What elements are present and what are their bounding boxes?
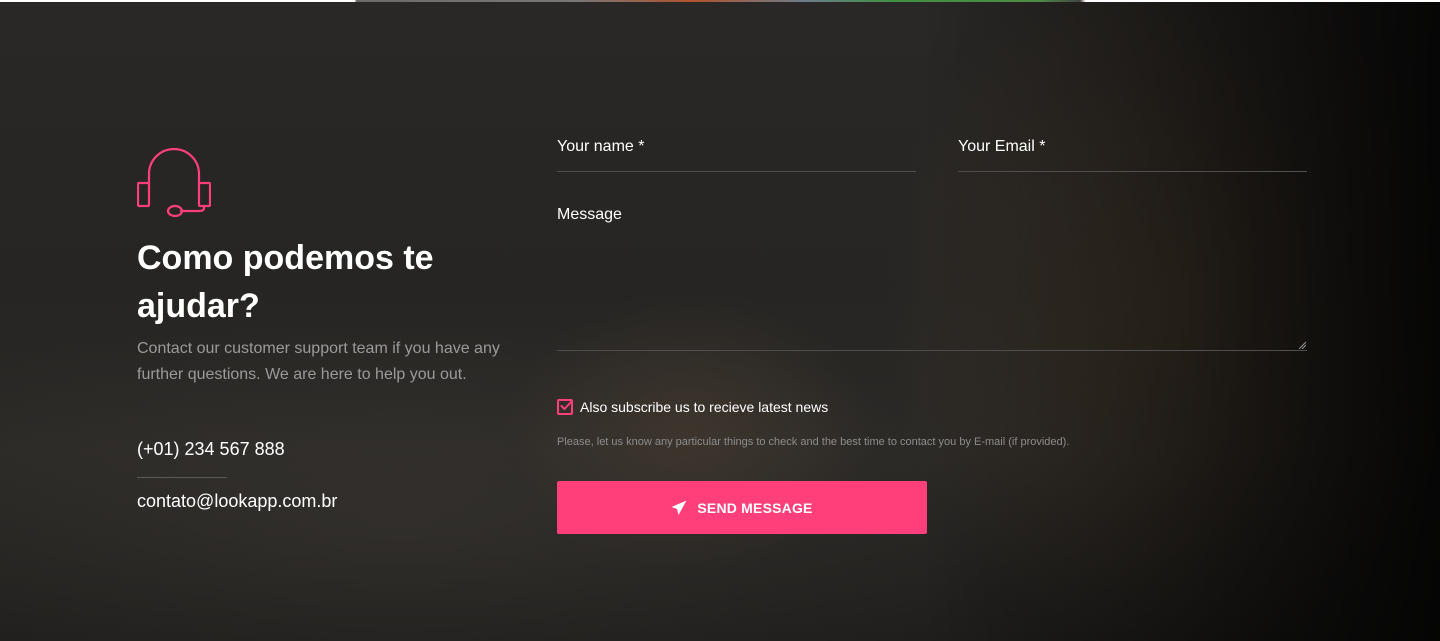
name-field-label: Your name * [557,138,645,155]
send-message-button[interactable]: SEND MESSAGE [557,481,927,534]
subscribe-checkbox[interactable] [557,399,573,415]
send-icon [671,500,687,515]
background-overlay [920,0,1440,641]
contact-divider [137,477,227,478]
contact-intro: Como podemos te ajudar? Contact our cust… [137,148,507,388]
resize-grip-icon[interactable] [1298,341,1306,349]
headset-icon [137,148,211,218]
subscribe-label[interactable]: Also subscribe us to recieve latest news [580,397,828,417]
name-field[interactable] [557,171,916,172]
checkmark-icon [560,401,572,410]
intro-description: Contact our customer support team if you… [137,340,500,383]
email-field-label: Your Email * [958,138,1046,155]
contact-phone[interactable]: (+01) 234 567 888 [137,437,285,461]
page-title: Como podemos te ajudar? [137,239,434,325]
message-field[interactable] [557,350,1307,351]
email-field[interactable] [958,171,1307,172]
contact-email[interactable]: contato@lookapp.com.br [137,489,337,513]
message-field-label: Message [557,206,622,223]
form-note: Please, let us know any particular thing… [557,436,1070,448]
send-message-label: SEND MESSAGE [697,499,813,516]
top-image-strip [0,0,1440,2]
